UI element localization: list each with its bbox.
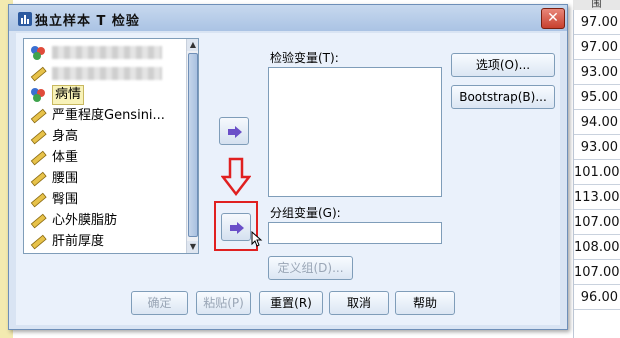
define-groups-button[interactable]: 定义组(D)... bbox=[268, 256, 353, 280]
variable-label: 体重 bbox=[52, 150, 79, 165]
table-cell[interactable]: 97.00 bbox=[574, 35, 620, 60]
variable-label: 心外膜脂肪 bbox=[52, 213, 118, 228]
list-item[interactable]: 臀围 bbox=[26, 189, 184, 210]
help-button[interactable]: 帮助 bbox=[395, 291, 455, 315]
cancel-button[interactable]: 取消 bbox=[329, 291, 389, 315]
scale-variable-icon bbox=[30, 129, 47, 145]
variable-label: 病情 bbox=[52, 85, 85, 105]
table-cell[interactable]: 97.00 bbox=[574, 10, 620, 35]
reset-button[interactable]: 重置(R) bbox=[259, 291, 323, 315]
variable-label: 臀围 bbox=[52, 192, 79, 207]
table-cell[interactable]: 96.00 bbox=[574, 285, 620, 310]
table-cell[interactable]: 95.00 bbox=[574, 85, 620, 110]
redacted-variable-name bbox=[52, 67, 162, 80]
variable-label: 身高 bbox=[52, 129, 79, 144]
mouse-cursor-icon bbox=[251, 231, 263, 247]
table-cell[interactable]: 93.00 bbox=[574, 60, 620, 85]
table-cell[interactable]: 107.00 bbox=[574, 210, 620, 235]
group-variable-field[interactable] bbox=[268, 222, 442, 244]
options-button[interactable]: 选项(O)... bbox=[451, 53, 555, 77]
scale-variable-icon bbox=[30, 192, 47, 208]
list-item[interactable]: 腰围 bbox=[26, 168, 184, 189]
variable-label: 严重程度Gensini... bbox=[52, 108, 165, 123]
scale-variable-icon bbox=[30, 234, 47, 250]
column-header: 围 bbox=[573, 0, 620, 10]
list-item[interactable]: 心外膜脂肪 bbox=[26, 210, 184, 231]
table-cell[interactable]: 101.00 bbox=[574, 160, 620, 185]
scale-variable-icon bbox=[30, 66, 47, 82]
nominal-variable-icon bbox=[31, 46, 45, 60]
list-item[interactable] bbox=[26, 63, 184, 84]
table-cell[interactable]: 107.00 bbox=[574, 260, 620, 285]
table-cell[interactable]: 108.00 bbox=[574, 235, 620, 260]
spss-app-icon bbox=[18, 12, 32, 26]
ok-button[interactable]: 确定 bbox=[131, 291, 188, 315]
table-cell[interactable]: 93.00 bbox=[574, 135, 620, 160]
nominal-variable-icon bbox=[31, 88, 45, 102]
list-item[interactable]: 体重 bbox=[26, 147, 184, 168]
list-item[interactable]: 病情 bbox=[26, 84, 184, 105]
vertical-scrollbar[interactable]: ▲ ▼ bbox=[186, 39, 198, 253]
data-column: 97.00 97.00 93.00 95.00 94.00 93.00 101.… bbox=[573, 10, 620, 338]
table-cell[interactable]: 94.00 bbox=[574, 110, 620, 135]
redacted-variable-name bbox=[52, 46, 162, 59]
close-button[interactable]: ✕ bbox=[541, 8, 565, 29]
title-bar[interactable]: 独立样本 T 检验 ✕ bbox=[9, 5, 567, 31]
scale-variable-icon bbox=[30, 150, 47, 166]
bootstrap-button[interactable]: Bootstrap(B)... bbox=[451, 85, 555, 109]
source-variable-list[interactable]: 病情 严重程度Gensini... 身高 体重 腰围 臀围 心外膜脂肪 肝前厚度… bbox=[23, 38, 199, 254]
group-variable-label: 分组变量(G): bbox=[270, 206, 341, 220]
scale-variable-icon bbox=[30, 108, 47, 124]
annotation-down-arrow-icon bbox=[221, 157, 251, 197]
test-variable-list[interactable] bbox=[268, 67, 442, 197]
independent-samples-t-test-dialog: 独立样本 T 检验 ✕ 病情 严重程度Gensini... 身高 体重 腰围 臀… bbox=[8, 4, 568, 330]
move-to-test-variable-button[interactable] bbox=[219, 117, 249, 145]
scroll-down-arrow-icon[interactable]: ▼ bbox=[187, 241, 198, 253]
list-item[interactable]: 肝前厚度 bbox=[26, 231, 184, 252]
right-arrow-icon bbox=[228, 126, 242, 138]
move-to-group-variable-button[interactable] bbox=[221, 213, 251, 241]
scrollbar-thumb[interactable] bbox=[188, 53, 198, 237]
list-item[interactable] bbox=[26, 42, 184, 63]
dialog-title: 独立样本 T 检验 bbox=[35, 14, 140, 29]
scale-variable-icon bbox=[30, 213, 47, 229]
list-item[interactable]: 严重程度Gensini... bbox=[26, 105, 184, 126]
right-arrow-icon bbox=[230, 222, 244, 234]
variable-label: 肝前厚度 bbox=[52, 234, 105, 249]
test-variable-label: 检验变量(T): bbox=[270, 51, 339, 65]
scale-variable-icon bbox=[30, 171, 47, 187]
variable-label: 腰围 bbox=[52, 171, 79, 186]
scroll-up-arrow-icon[interactable]: ▲ bbox=[187, 39, 198, 51]
paste-button[interactable]: 粘贴(P) bbox=[196, 291, 251, 315]
list-item[interactable]: 身高 bbox=[26, 126, 184, 147]
table-cell[interactable]: 113.00 bbox=[574, 185, 620, 210]
